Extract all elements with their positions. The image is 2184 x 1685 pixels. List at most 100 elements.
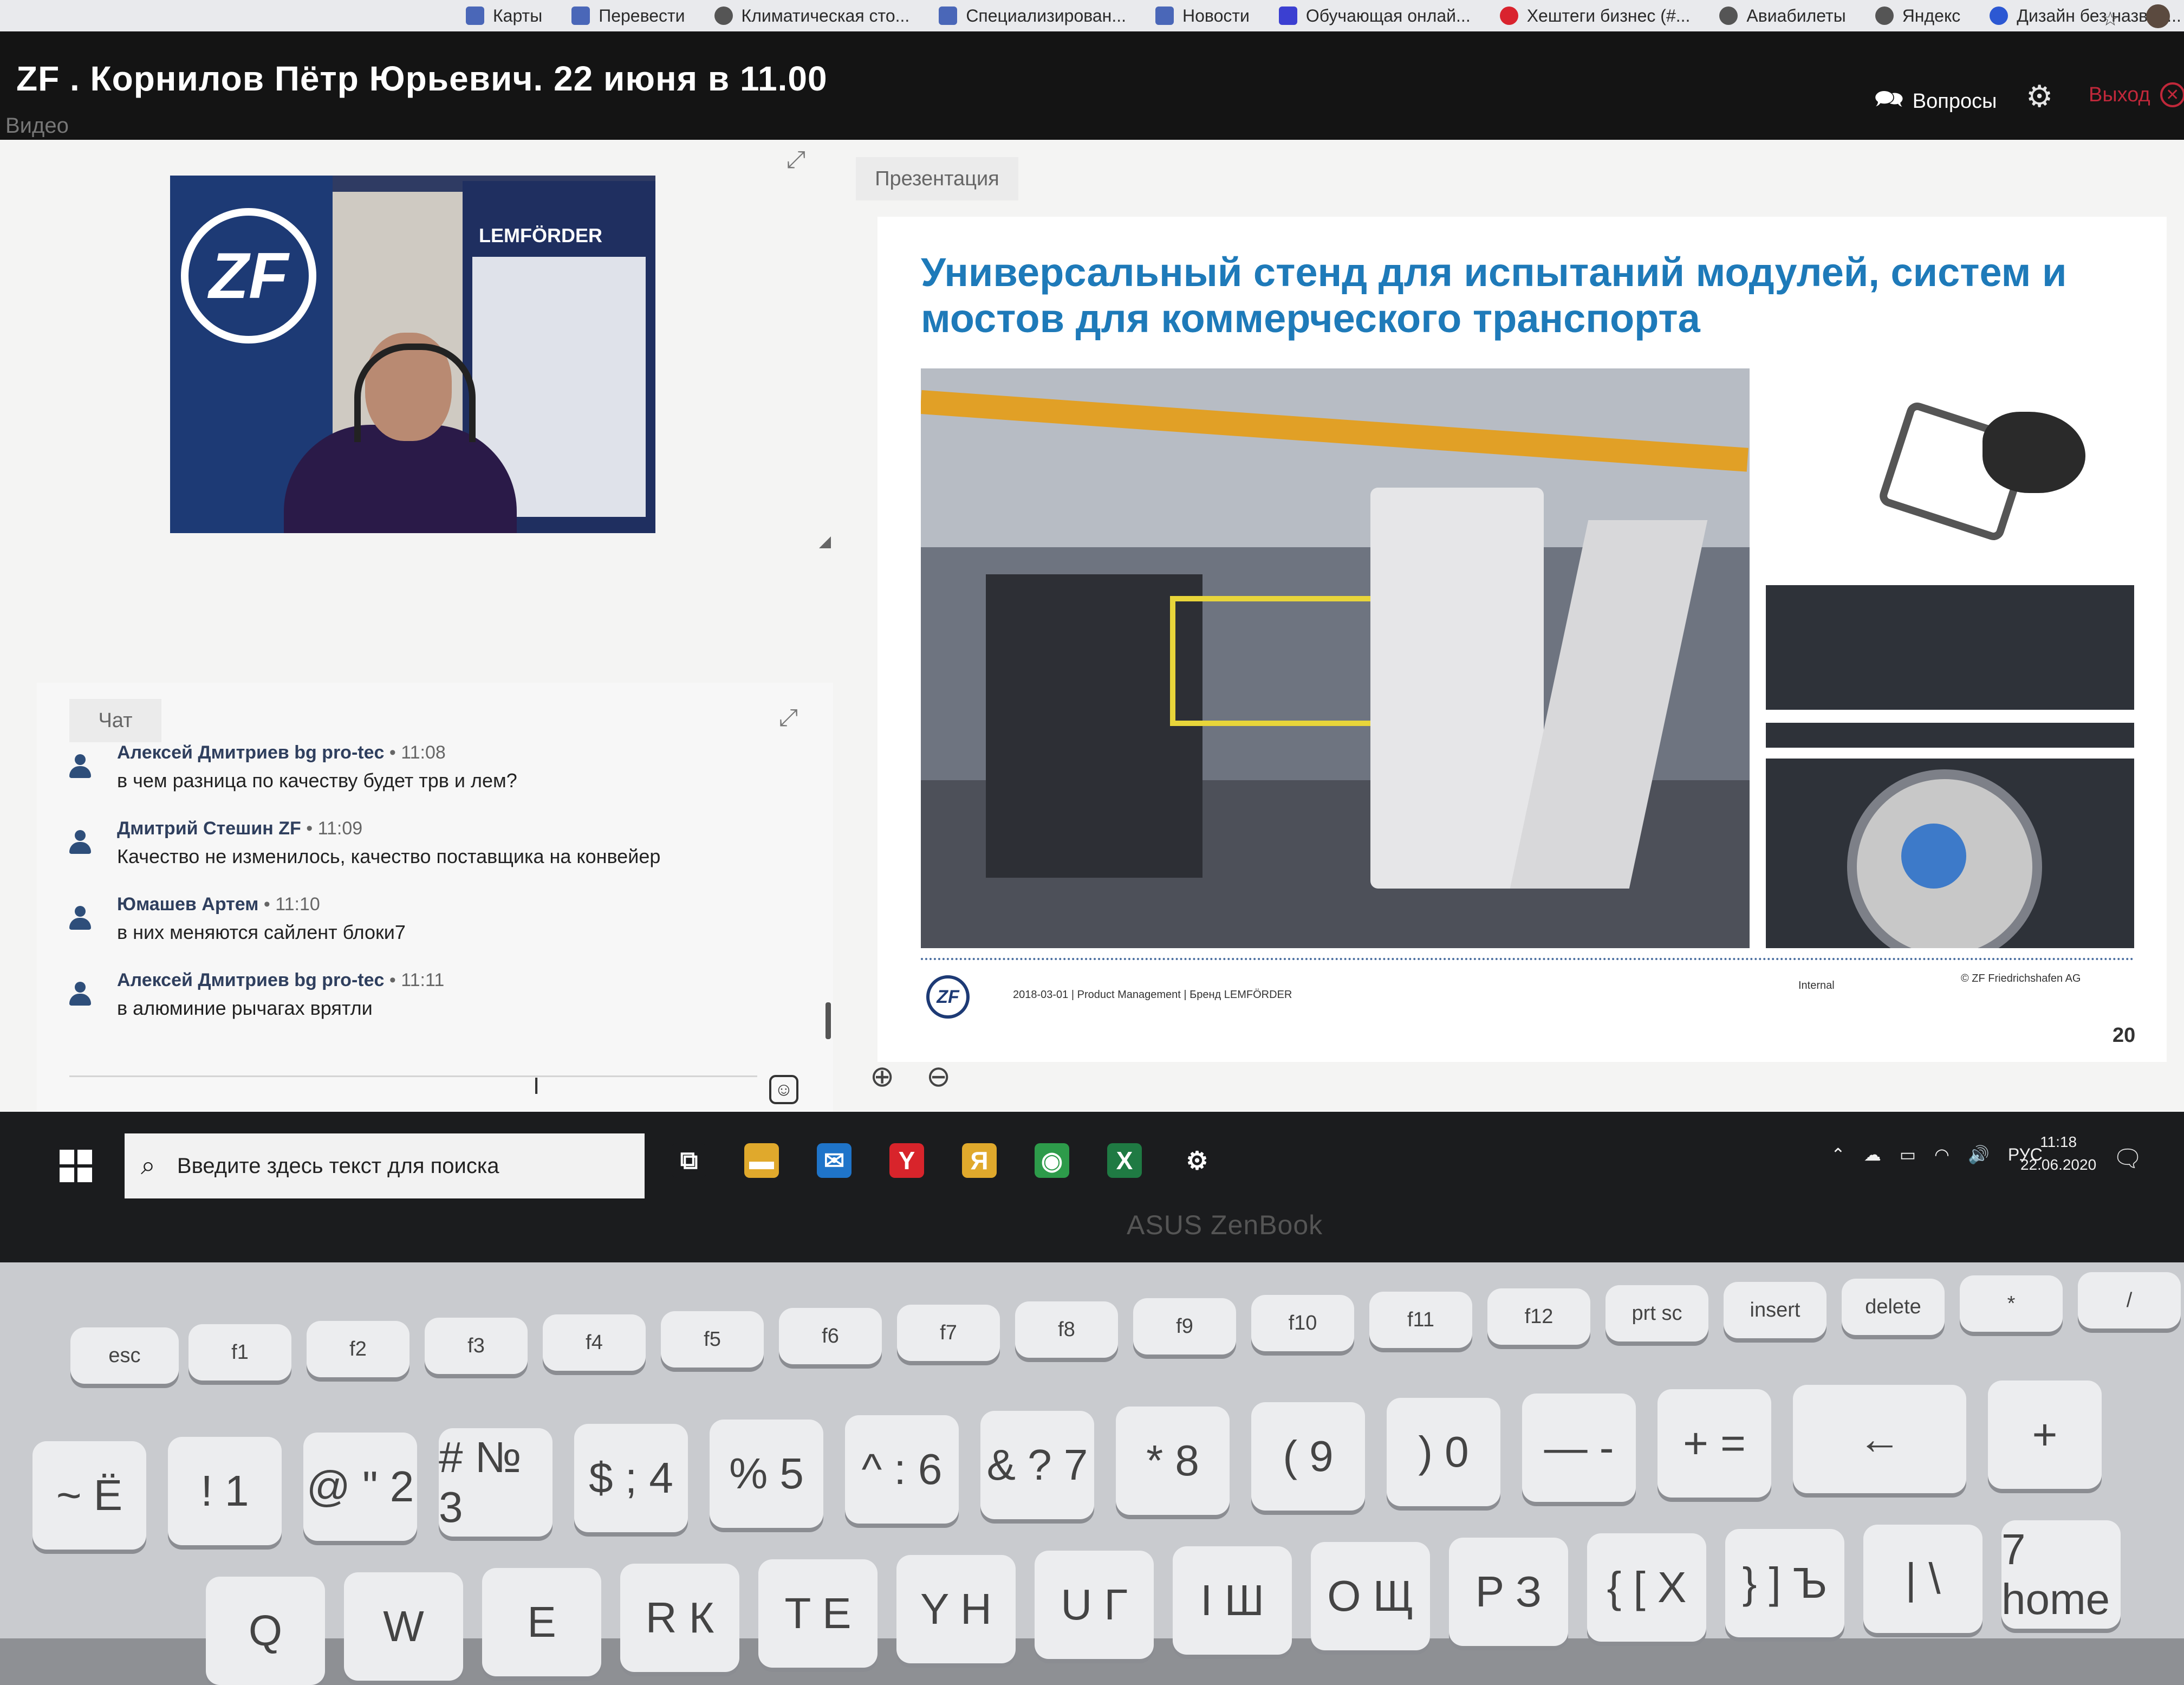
yandex-browser-icon[interactable]: Y	[889, 1143, 924, 1178]
search-placeholder: Введите здесь текст для поиска	[177, 1153, 499, 1178]
key[interactable]: * 8	[1116, 1407, 1230, 1515]
chat-scrollbar[interactable]	[826, 1002, 831, 1039]
mail-icon[interactable]: ✉	[817, 1143, 851, 1178]
key[interactable]: f8	[1015, 1301, 1118, 1358]
chrome-icon[interactable]: ◉	[1035, 1143, 1069, 1178]
bookmarks-bar: Карты Перевести Климатическая сто... Специа…	[0, 0, 2184, 31]
exit-button[interactable]: Выход ✕	[2089, 82, 2184, 107]
key[interactable]: & ? 7	[980, 1411, 1094, 1519]
chat-separator: •	[301, 818, 318, 839]
key[interactable]: +	[1988, 1381, 2102, 1489]
key[interactable]: Q	[206, 1577, 325, 1685]
key[interactable]: f7	[897, 1305, 1000, 1361]
key[interactable]: — -	[1522, 1394, 1636, 1502]
profile-avatar[interactable]	[2146, 4, 2170, 28]
slide-divider	[921, 958, 2134, 960]
key[interactable]: f11	[1369, 1292, 1472, 1348]
bookmark-item[interactable]: Яндекс	[1875, 6, 1960, 26]
key[interactable]: f3	[425, 1318, 528, 1374]
key[interactable]: W	[344, 1572, 463, 1681]
zf-logo: ZF	[181, 208, 316, 344]
chat-author: Дмитрий Стешин ZF	[117, 818, 301, 839]
key[interactable]: esc	[70, 1327, 179, 1384]
key[interactable]: ! 1	[168, 1437, 282, 1545]
key[interactable]: ) 0	[1387, 1398, 1500, 1506]
key[interactable]: } ] Ъ	[1725, 1529, 1844, 1637]
zoom-out-icon[interactable]: ⊖	[926, 1059, 951, 1093]
key[interactable]: f4	[543, 1314, 646, 1371]
key[interactable]: U Г	[1035, 1551, 1154, 1659]
key[interactable]: T Е	[758, 1559, 877, 1668]
key[interactable]: insert	[1724, 1282, 1826, 1338]
key[interactable]: % 5	[710, 1420, 823, 1528]
key[interactable]: ( 9	[1251, 1402, 1365, 1511]
key[interactable]: ←	[1793, 1385, 1966, 1493]
file-explorer-icon[interactable]: ▬	[744, 1143, 779, 1178]
key[interactable]: f5	[661, 1311, 764, 1368]
task-view-icon[interactable]: ⧉	[672, 1143, 706, 1178]
key[interactable]: 7 home	[2001, 1520, 2121, 1629]
clock[interactable]: 11:18 22.06.2020	[2020, 1131, 2096, 1176]
hub-center	[1901, 824, 1966, 889]
chat-message-header: Дмитрий Стешин ZF • 11:09	[117, 818, 362, 839]
key[interactable]: f10	[1251, 1295, 1354, 1351]
taskbar-search-input[interactable]: ⌕ Введите здесь текст для поиска	[125, 1133, 645, 1198]
resize-handle[interactable]	[819, 536, 831, 548]
axle-part-image	[1869, 396, 2096, 569]
presentation-slide: Универсальный стенд для испытаний модуле…	[877, 217, 2167, 1062]
bookmark-item[interactable]: Авиабилеты	[1719, 6, 1846, 26]
key[interactable]: O Щ	[1311, 1542, 1430, 1650]
part-bushing	[1982, 412, 2085, 493]
key[interactable]: prt sc	[1606, 1285, 1708, 1341]
bookmark-item[interactable]: Карты	[466, 6, 542, 26]
key[interactable]: /	[2078, 1272, 2181, 1328]
notification-icon[interactable]: 🗨	[2112, 1144, 2143, 1172]
chat-author: Юмашев Артем	[117, 894, 259, 915]
key[interactable]: f12	[1487, 1288, 1590, 1345]
key[interactable]: f2	[307, 1321, 410, 1377]
chevron-up-icon[interactable]: ⌃	[1831, 1144, 1845, 1165]
key[interactable]: f6	[779, 1308, 882, 1364]
settings-icon[interactable]: ⚙	[1180, 1143, 1214, 1178]
key[interactable]: *	[1960, 1275, 2063, 1332]
key[interactable]: E	[482, 1568, 601, 1676]
key[interactable]: P З	[1449, 1538, 1568, 1646]
key[interactable]: @ " 2	[303, 1433, 417, 1541]
axle-detail-photo	[1766, 585, 2134, 948]
zoom-in-icon[interactable]: ⊕	[870, 1059, 894, 1093]
windows-start-button[interactable]	[60, 1150, 92, 1182]
key[interactable]: f1	[188, 1324, 291, 1381]
key[interactable]: # № 3	[439, 1428, 552, 1537]
key[interactable]: | \	[1863, 1525, 1982, 1633]
key[interactable]: ^ : 6	[845, 1415, 959, 1524]
emoji-button[interactable]: ☺	[769, 1075, 798, 1104]
bookmark-item[interactable]: Обучающая онлай...	[1278, 6, 1471, 26]
expand-icon[interactable]: ⤢	[779, 704, 798, 731]
battery-icon[interactable]: ▭	[1900, 1144, 1916, 1165]
bookmark-item[interactable]: Климатическая сто...	[714, 6, 909, 26]
expand-icon[interactable]: ⤢	[786, 146, 805, 173]
key[interactable]: R К	[620, 1564, 739, 1672]
key[interactable]: { [ Х	[1587, 1533, 1706, 1642]
key[interactable]: ~ Ё	[32, 1441, 146, 1550]
key[interactable]: $ ; 4	[574, 1424, 688, 1532]
key[interactable]: + =	[1658, 1389, 1771, 1498]
bookmark-item[interactable]: Новости	[1155, 6, 1250, 26]
user-icon	[69, 830, 91, 857]
volume-icon[interactable]: 🔊	[1968, 1144, 1990, 1165]
yandex-icon[interactable]: Я	[962, 1143, 997, 1178]
bookmark-star-icon[interactable]: ☆	[2102, 8, 2119, 30]
bookmark-item[interactable]: Перевести	[571, 6, 685, 26]
key[interactable]: Y Н	[896, 1555, 1016, 1663]
slide-footer: 2018-03-01 | Product Management | Бренд …	[1013, 989, 1292, 1001]
bookmark-item[interactable]: Специализирован...	[939, 6, 1126, 26]
key[interactable]: I Ш	[1173, 1546, 1292, 1655]
excel-icon[interactable]: X	[1107, 1143, 1142, 1178]
gear-icon[interactable]: ⚙	[2026, 79, 2053, 114]
bookmark-item[interactable]: Хештеги бизнес (#...	[1499, 6, 1690, 26]
questions-button[interactable]: 🗪 Вопросы	[1874, 81, 1997, 122]
wifi-icon[interactable]: ◠	[1934, 1144, 1949, 1165]
key[interactable]: delete	[1842, 1279, 1945, 1335]
cloud-icon[interactable]: ☁	[1864, 1144, 1881, 1165]
key[interactable]: f9	[1133, 1298, 1236, 1355]
